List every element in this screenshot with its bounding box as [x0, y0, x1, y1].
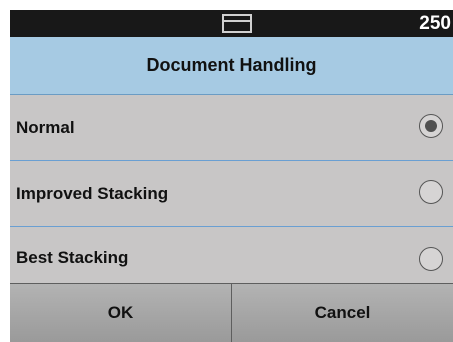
radio-normal[interactable] — [419, 114, 443, 138]
title-bar: Document Handling — [10, 37, 453, 95]
radio-best-stacking[interactable] — [419, 247, 443, 271]
option-best-stacking[interactable]: Best Stacking — [10, 227, 453, 283]
scanner-screen: 250 Document Handling Normal Improved St… — [10, 10, 453, 342]
page-counter: 250 — [419, 13, 451, 34]
option-label: Normal — [16, 118, 75, 137]
button-bar: OK Cancel — [10, 283, 453, 342]
page-title: Document Handling — [146, 55, 317, 75]
option-label: Best Stacking — [16, 248, 129, 267]
status-bar: 250 — [10, 10, 453, 37]
option-improved-stacking[interactable]: Improved Stacking — [10, 161, 453, 227]
ok-button[interactable]: OK — [10, 284, 231, 342]
option-normal[interactable]: Normal — [10, 95, 453, 161]
radio-improved-stacking[interactable] — [419, 180, 443, 204]
option-label: Improved Stacking — [16, 184, 169, 203]
cancel-button[interactable]: Cancel — [231, 284, 453, 342]
output-tray-icon — [222, 14, 252, 33]
